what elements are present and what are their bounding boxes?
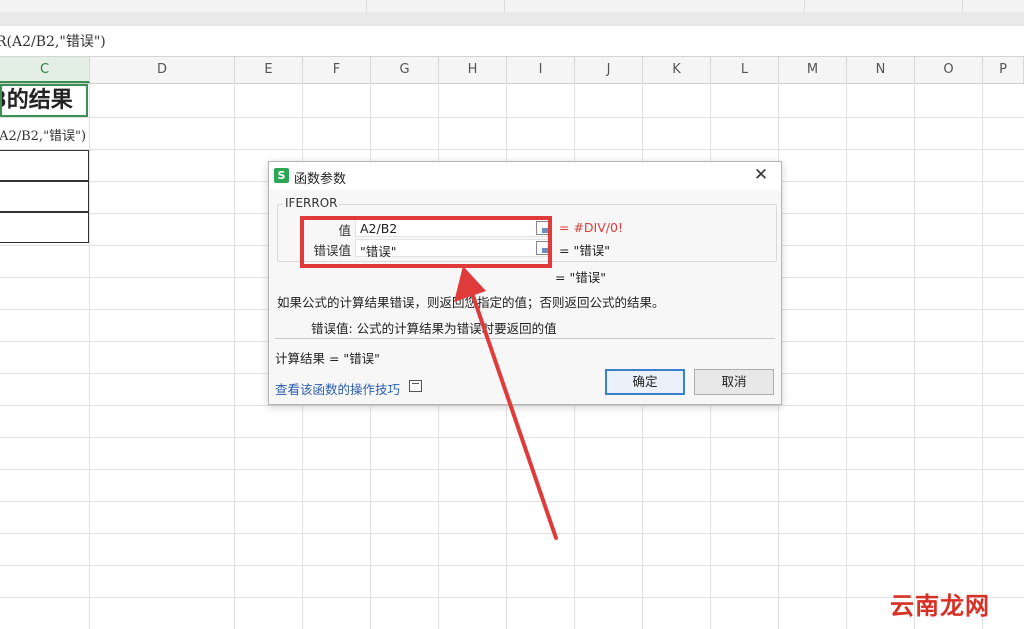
annotation-arrow (454, 266, 558, 540)
watermark-logo: 云南龙网 (890, 592, 990, 620)
